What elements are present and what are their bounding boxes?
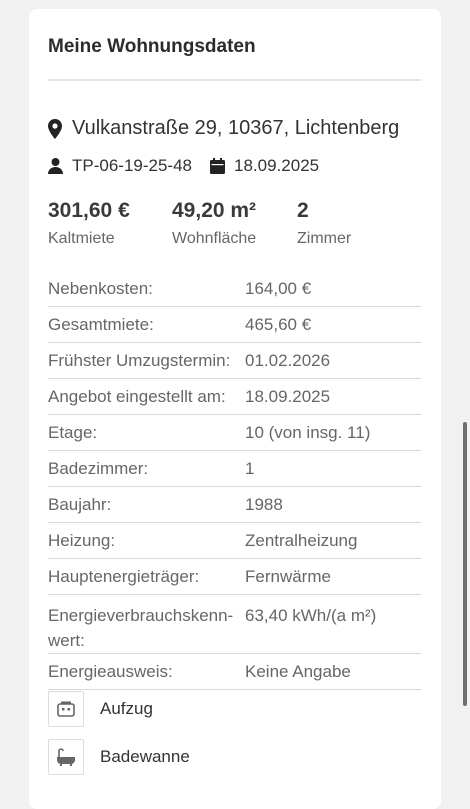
detail-key: Angebot eingestellt am: <box>48 387 226 406</box>
stat-rent: 301,60 € Kaltmiete <box>48 198 130 248</box>
detail-value: 18.09.2025 <box>245 387 331 406</box>
detail-key: Heizung: <box>48 531 116 550</box>
address-row: Vulkanstraße 29, 10367, Lichtenberg <box>48 117 399 140</box>
listing-id: TP-06-19-25-48 <box>72 156 193 175</box>
detail-key: Gesamtmiete: <box>48 315 154 334</box>
listing-date: 18.09.2025 <box>234 156 320 175</box>
title-divider <box>48 79 421 81</box>
feature-bathtub: Badewanne <box>48 739 190 775</box>
table-row: Nebenkosten: 164,00 € <box>48 271 421 307</box>
table-row: Baujahr: 1988 <box>48 487 421 523</box>
stat-label: Zimmer <box>297 230 352 247</box>
location-pin-icon <box>48 118 62 139</box>
stat-area: 49,20 m² Wohnfläche <box>172 198 256 248</box>
stat-rooms: 2 Zimmer <box>297 198 351 248</box>
elevator-icon <box>48 691 84 727</box>
detail-key: Energieverbrauchskenn-wert: <box>48 606 234 650</box>
detail-key: Etage: <box>48 423 98 442</box>
table-row: Energieverbrauchskenn-wert: 63,40 kWh/(a… <box>48 595 421 654</box>
table-row: Frühster Umzugstermin: 01.02.2026 <box>48 343 421 379</box>
detail-value: 1988 <box>245 495 283 514</box>
table-row: Heizung: Zentralheizung <box>48 523 421 559</box>
details-table: Nebenkosten: 164,00 € Gesamtmiete: 465,6… <box>48 271 421 690</box>
detail-value: 10 (von insg. 11) <box>245 423 371 442</box>
feature-label: Aufzug <box>100 699 153 718</box>
detail-key: Frühster Umzugstermin: <box>48 351 231 370</box>
table-row: Etage: 10 (von insg. 11) <box>48 415 421 451</box>
listing-meta-row: TP-06-19-25-48 18.09.2025 <box>48 156 319 176</box>
user-icon <box>48 158 63 174</box>
table-row: Gesamtmiete: 465,60 € <box>48 307 421 343</box>
detail-value: 465,60 € <box>245 315 312 334</box>
apartment-details-card: Meine Wohnungsdaten Vulkanstraße 29, 103… <box>29 9 441 809</box>
detail-value: 01.02.2026 <box>245 351 331 370</box>
detail-key: Nebenkosten: <box>48 279 153 298</box>
detail-key: Baujahr: <box>48 495 112 514</box>
table-row: Hauptenergieträger: Fernwärme <box>48 559 421 595</box>
detail-value: 63,40 kWh/(a m²) <box>245 606 377 625</box>
table-row: Badezimmer: 1 <box>48 451 421 487</box>
detail-key: Energieausweis: <box>48 662 173 681</box>
key-stats: 301,60 € Kaltmiete 49,20 m² Wohnfläche 2… <box>48 198 421 250</box>
address-text: Vulkanstraße 29, 10367, Lichtenberg <box>72 117 400 139</box>
detail-value: Keine Angabe <box>245 662 351 681</box>
stat-value: 2 <box>297 199 309 222</box>
detail-key: Badezimmer: <box>48 459 149 478</box>
detail-key: Hauptenergieträger: <box>48 567 200 586</box>
bathtub-icon <box>48 739 84 775</box>
detail-value: 164,00 € <box>245 279 312 298</box>
stat-value: 49,20 m² <box>172 199 257 222</box>
feature-label: Badewanne <box>100 747 190 766</box>
scrollbar-thumb[interactable] <box>463 422 467 706</box>
detail-value: Fernwärme <box>245 567 331 586</box>
detail-value: 1 <box>245 459 255 478</box>
table-row: Energieausweis: Keine Angabe <box>48 654 421 690</box>
calendar-icon <box>210 158 226 174</box>
section-title: Meine Wohnungsdaten <box>48 36 256 57</box>
stat-label: Wohnfläche <box>172 230 257 247</box>
stat-value: 301,60 € <box>48 199 130 222</box>
detail-value: Zentralheizung <box>245 531 358 550</box>
feature-elevator: Aufzug <box>48 691 153 727</box>
table-row: Angebot eingestellt am: 18.09.2025 <box>48 379 421 415</box>
stat-label: Kaltmiete <box>48 230 115 247</box>
